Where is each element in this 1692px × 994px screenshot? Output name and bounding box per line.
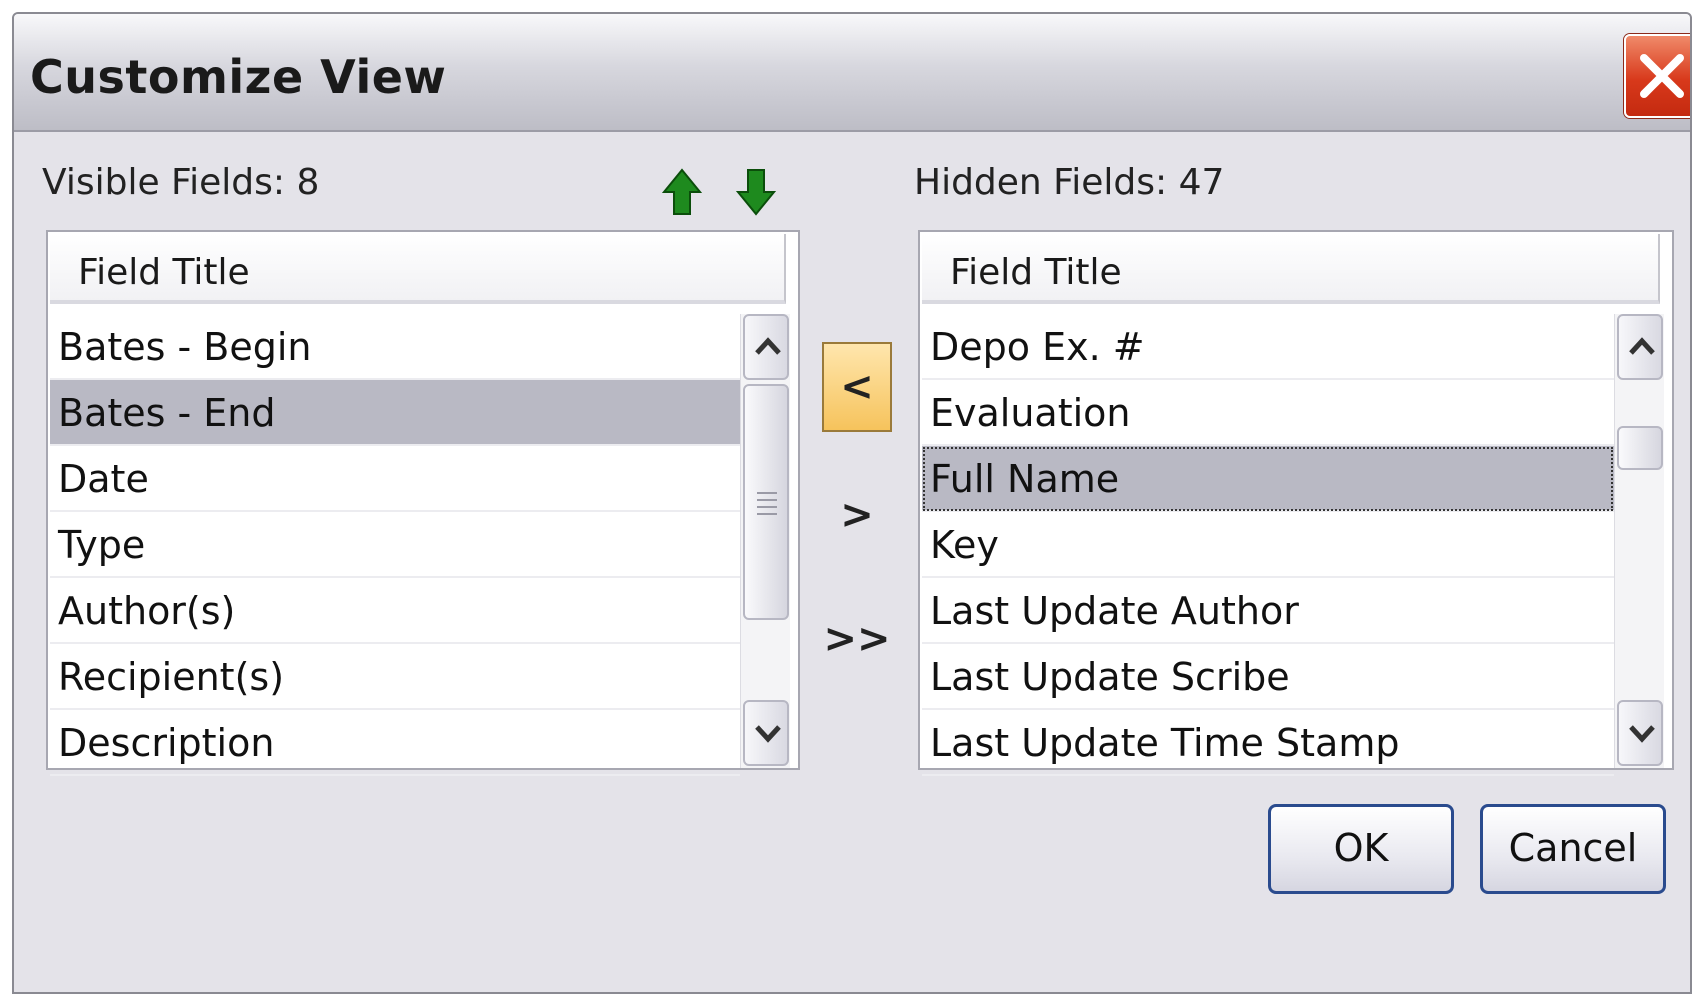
ok-button[interactable]: OK [1268,804,1454,894]
cancel-button[interactable]: Cancel [1480,804,1666,894]
scroll-up-button[interactable] [1617,314,1663,380]
scroll-down-button[interactable] [743,700,789,766]
list-item[interactable]: Last Update Author [922,578,1614,644]
list-item[interactable]: Last Update Time Stamp [922,710,1614,776]
move-all-right-button[interactable]: >> [822,596,892,686]
list-item[interactable]: Description [50,710,740,776]
close-button[interactable] [1624,34,1690,118]
list-item[interactable]: Evaluation [922,380,1614,446]
move-right-button[interactable]: > [822,472,892,562]
arrow-up-icon[interactable] [662,168,702,216]
list-item[interactable]: Bates - Begin [50,314,740,380]
chevron-down-icon [755,725,781,743]
customize-view-dialog: Customize View Visible Fields: 8 Field T… [12,12,1692,994]
move-left-button[interactable]: < [822,342,892,432]
chevron-up-icon [755,337,781,355]
list-item[interactable]: Recipient(s) [50,644,740,710]
scroll-thumb[interactable] [743,384,789,620]
scroll-thumb[interactable] [1617,426,1663,470]
chevron-down-icon [1629,725,1655,743]
title-bar: Customize View [14,14,1690,132]
hidden-header-label: Field Title [950,252,1122,293]
list-item[interactable]: Type [50,512,740,578]
hidden-fields-label: Hidden Fields: 47 [914,162,1225,203]
visible-fields-list: Field Title Bates - Begin Bates - End Da… [46,230,800,776]
dialog-title: Customize View [30,50,447,104]
list-item[interactable]: Author(s) [50,578,740,644]
hidden-scrollbar[interactable] [1614,314,1664,768]
visible-header-label: Field Title [78,252,250,293]
arrow-down-icon[interactable] [736,168,776,216]
list-item[interactable]: Key [922,512,1614,578]
scroll-down-button[interactable] [1617,700,1663,766]
chevron-up-icon [1629,337,1655,355]
visible-scrollbar[interactable] [740,314,790,768]
list-item[interactable]: Last Update Scribe [922,644,1614,710]
hidden-list-header[interactable]: Field Title [922,234,1660,304]
close-icon [1640,54,1684,98]
list-item[interactable]: Date [50,446,740,512]
hidden-fields-list: Field Title Depo Ex. # Evaluation Full N… [918,230,1674,776]
list-item-selected[interactable]: Bates - End [50,380,740,446]
scroll-up-button[interactable] [743,314,789,380]
visible-list-header[interactable]: Field Title [50,234,786,304]
visible-fields-label: Visible Fields: 8 [42,162,320,203]
list-item-selected[interactable]: Full Name [922,446,1614,512]
list-item[interactable]: Depo Ex. # [922,314,1614,380]
